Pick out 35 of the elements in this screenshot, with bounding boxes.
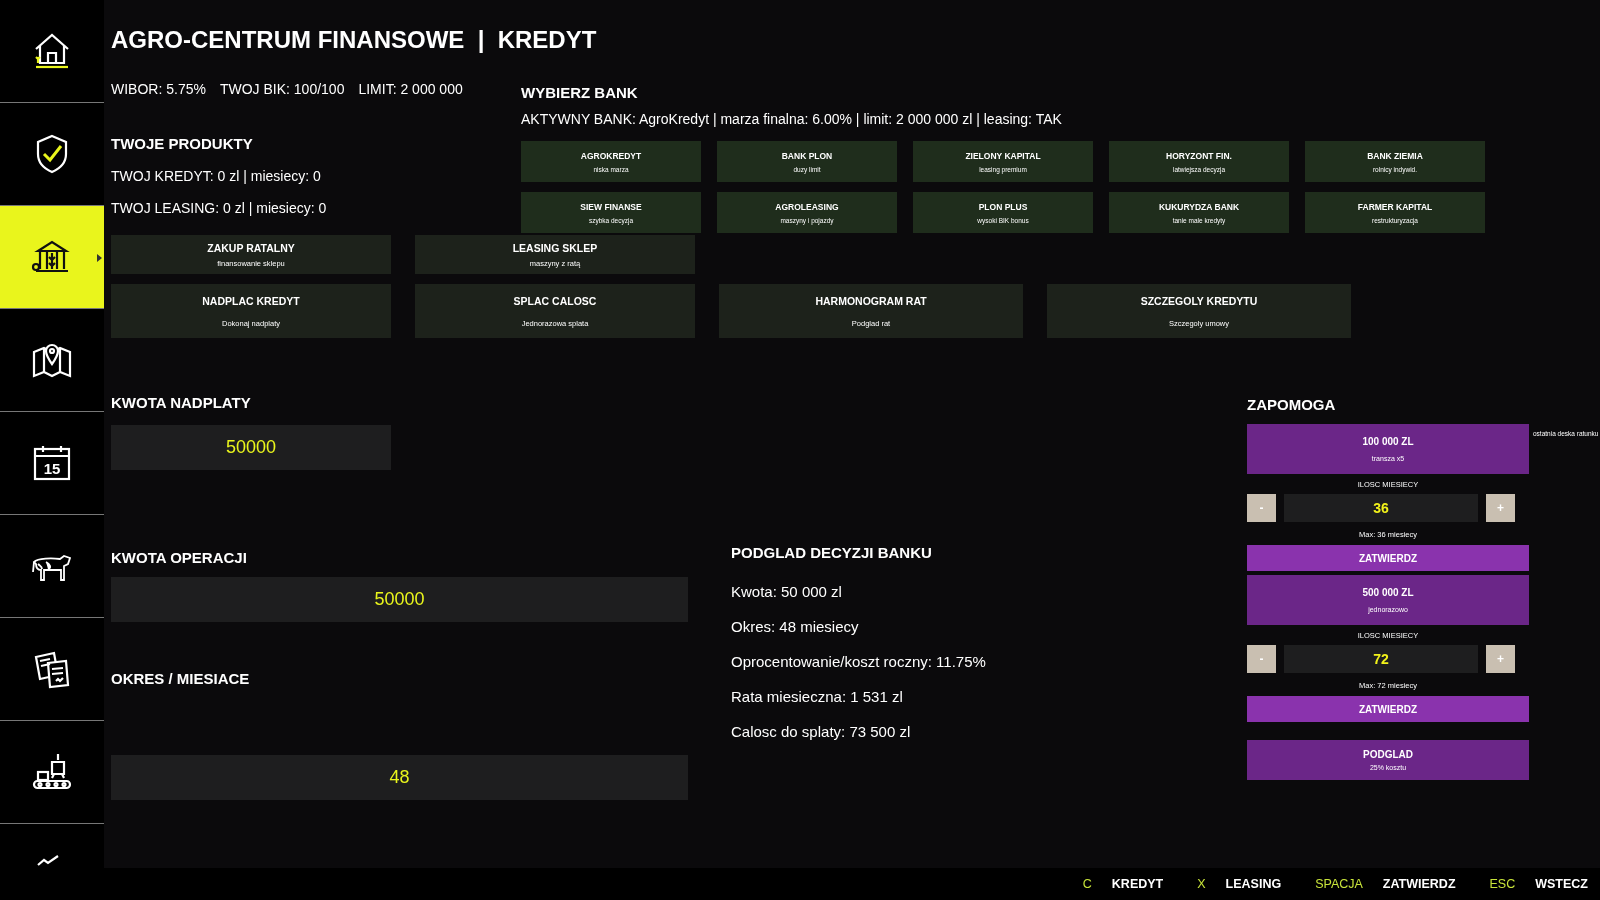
amount-field[interactable]: 50000 — [111, 425, 391, 470]
decision-text: Calosc do splaty: 73 500 zl — [731, 723, 912, 740]
section-heading: WYBIERZ BANK — [521, 84, 639, 101]
product-text: TWOJ KREDYT: 0 zl | miesiecy: 0 — [111, 168, 322, 184]
decision-text: Rata miesieczna: 1 531 zl — [731, 688, 904, 705]
section-heading: ZAPOMOGA — [1247, 396, 1337, 413]
decision-text: Oprocentowanie/koszt roczny: 11.75% — [731, 653, 987, 670]
section-heading: PODGLAD DECYZJI BANKU — [731, 544, 933, 561]
decision-text: Kwota: 50 000 zl — [731, 583, 843, 600]
stat-text: LIMIT: 2 000 000 — [358, 81, 463, 97]
field-label: OKRES / MIESIACE — [111, 670, 251, 687]
sidebar-item[interactable] — [0, 206, 104, 309]
stat-text: WIBOR: 5.75% — [111, 81, 206, 97]
key-hint: ESC — [1489, 877, 1516, 891]
active-bank-text: AKTYWNY BANK: AgroKredyt | marza finalna: 6.00% | limit: 2 000 000 zl | leasing: TAK — [521, 111, 1063, 127]
confirm-button[interactable]: ZATWIERDZ — [1247, 696, 1529, 722]
page-title: AGRO-CENTRUM FINANSOWE | KREDYT — [111, 26, 598, 54]
key-hint: C — [1082, 877, 1092, 891]
key-hint: SPACJA — [1315, 877, 1363, 891]
hint-label[interactable]: LEASING — [1225, 877, 1282, 891]
decision-text: Okres: 48 miesiecy — [731, 618, 860, 635]
section-heading: TWOJE PRODUKTY — [111, 135, 254, 152]
months-value[interactable]: 36 — [1284, 494, 1478, 522]
key-hint: X — [1197, 877, 1206, 891]
field-label: KWOTA NADPLATY — [111, 394, 252, 411]
stat-text: TWOJ BIK: 100/100 — [219, 81, 345, 97]
hint-label[interactable]: KREDYT — [1111, 877, 1164, 891]
months-field[interactable]: 48 — [111, 755, 688, 800]
amount-field[interactable]: 50000 — [111, 577, 688, 622]
months-value[interactable]: 72 — [1284, 645, 1478, 673]
hint-label[interactable]: WSTECZ — [1535, 877, 1588, 891]
confirm-button[interactable]: ZATWIERDZ — [1247, 545, 1529, 571]
product-text: TWOJ LEASING: 0 zl | miesiecy: 0 — [111, 200, 328, 216]
hint-label[interactable]: ZATWIERDZ — [1382, 877, 1456, 891]
field-label: KWOTA OPERACJI — [111, 549, 248, 566]
